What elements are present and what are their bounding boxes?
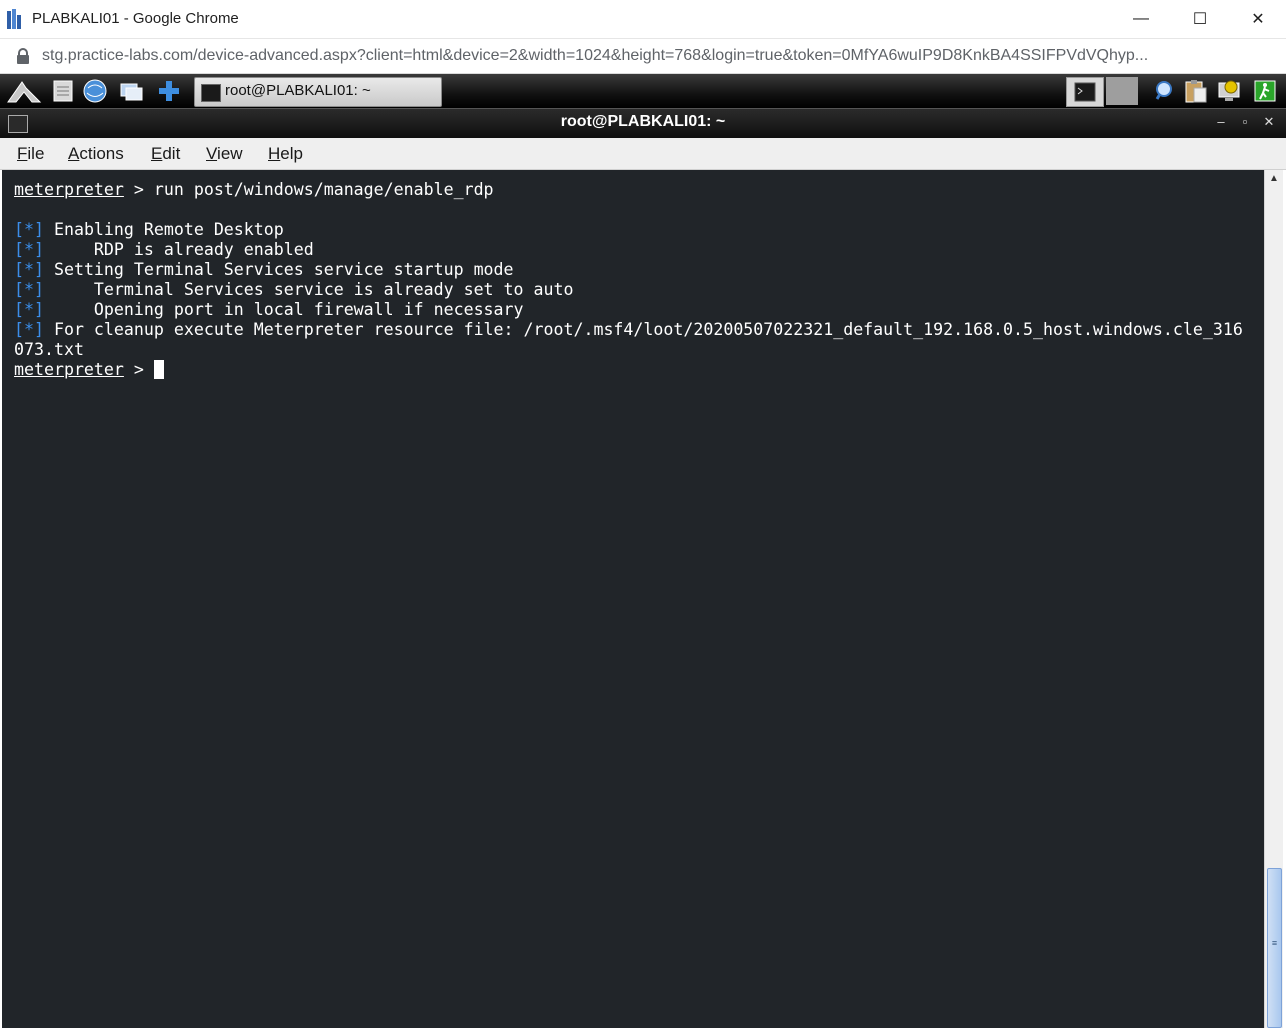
terminal-icon <box>201 84 221 102</box>
output-line: [*] For cleanup execute Meterpreter reso… <box>14 320 1243 339</box>
minimize-button[interactable]: — <box>1112 0 1170 38</box>
tray-terminal-button[interactable] <box>1066 77 1104 107</box>
info-marker: [*] <box>14 260 44 279</box>
terminal-minimize-icon[interactable]: – <box>1212 114 1230 129</box>
menu-file[interactable]: File <box>17 144 44 164</box>
info-marker: [*] <box>14 220 44 239</box>
terminal-icon <box>1074 82 1096 102</box>
logout-icon[interactable] <box>1252 78 1278 104</box>
terminal-title-bar: root@PLABKALI01: ~ – ▫ ✕ <box>0 108 1286 138</box>
address-bar[interactable]: stg.practice-labs.com/device-advanced.as… <box>0 39 1286 74</box>
output-line: [*] Setting Terminal Services service st… <box>14 260 514 279</box>
terminal-output-area[interactable]: meterpreter > run post/windows/manage/en… <box>2 170 1264 1028</box>
screen-lock-icon[interactable] <box>1216 78 1242 104</box>
menu-actions[interactable]: Actions <box>68 144 124 164</box>
search-icon[interactable] <box>1152 78 1178 104</box>
meterpreter-prompt: meterpreter <box>14 360 124 379</box>
output-line: [*] Opening port in local firewall if ne… <box>14 300 524 319</box>
app-logo-icon <box>7 9 21 29</box>
desktop-top-panel: root@PLABKALI01: ~ <box>0 74 1286 108</box>
menu-edit[interactable]: Edit <box>151 144 180 164</box>
files-icon[interactable] <box>50 78 76 104</box>
show-desktop-icon[interactable] <box>118 78 144 104</box>
terminal-window-title: root@PLABKALI01: ~ <box>560 113 726 130</box>
current-prompt-line: meterpreter > <box>14 360 164 380</box>
maximize-icon: ☐ <box>1192 11 1208 28</box>
scrollbar-thumb[interactable]: ≡ <box>1267 868 1282 1028</box>
add-icon[interactable] <box>156 78 182 104</box>
browser-globe-icon[interactable] <box>82 78 108 104</box>
maximize-button[interactable]: ☐ <box>1171 0 1229 38</box>
minimize-icon: — <box>1133 10 1149 27</box>
info-marker: [*] <box>14 240 44 259</box>
info-marker: [*] <box>14 280 44 299</box>
menu-help[interactable]: Help <box>268 144 303 164</box>
command-line: meterpreter > run post/windows/manage/en… <box>14 180 494 200</box>
info-marker: [*] <box>14 300 44 319</box>
tray-placeholder <box>1106 77 1138 105</box>
output-line-wrap: 073.txt <box>14 340 84 359</box>
output-line: [*] Enabling Remote Desktop <box>14 220 284 239</box>
command-text: > run post/windows/manage/enable_rdp <box>123 180 494 199</box>
taskbar-terminal-label: root@PLABKALI01: ~ <box>225 82 371 99</box>
taskbar-terminal-button[interactable]: root@PLABKALI01: ~ <box>194 77 442 107</box>
output-line: [*] Terminal Services service is already… <box>14 280 574 299</box>
lock-icon <box>17 48 29 64</box>
url-text[interactable]: stg.practice-labs.com/device-advanced.as… <box>42 47 1272 65</box>
scroll-up-icon[interactable]: ▲ <box>1265 170 1283 188</box>
prompt-suffix: > <box>123 360 154 379</box>
browser-title-bar: PLABKALI01 - Google Chrome — ☐ ✕ <box>0 0 1286 39</box>
meterpreter-prompt: meterpreter <box>14 180 124 199</box>
terminal-menu-bar: File Actions Edit View Help <box>0 138 1286 170</box>
info-marker: [*] <box>14 320 44 339</box>
text-cursor <box>153 360 164 379</box>
terminal-scrollbar[interactable]: ▲ ≡ <box>1264 170 1283 1028</box>
terminal-maximize-icon[interactable]: ▫ <box>1236 114 1254 129</box>
grip-icon: ≡ <box>1271 938 1278 948</box>
kali-menu-icon[interactable] <box>6 78 42 104</box>
close-icon: ✕ <box>1251 11 1265 28</box>
browser-window-title: PLABKALI01 - Google Chrome <box>32 10 239 27</box>
close-button[interactable]: ✕ <box>1229 0 1286 38</box>
output-line: [*] RDP is already enabled <box>14 240 314 259</box>
clipboard-icon[interactable] <box>1182 78 1208 104</box>
menu-view[interactable]: View <box>206 144 243 164</box>
terminal-close-icon[interactable]: ✕ <box>1260 114 1278 130</box>
